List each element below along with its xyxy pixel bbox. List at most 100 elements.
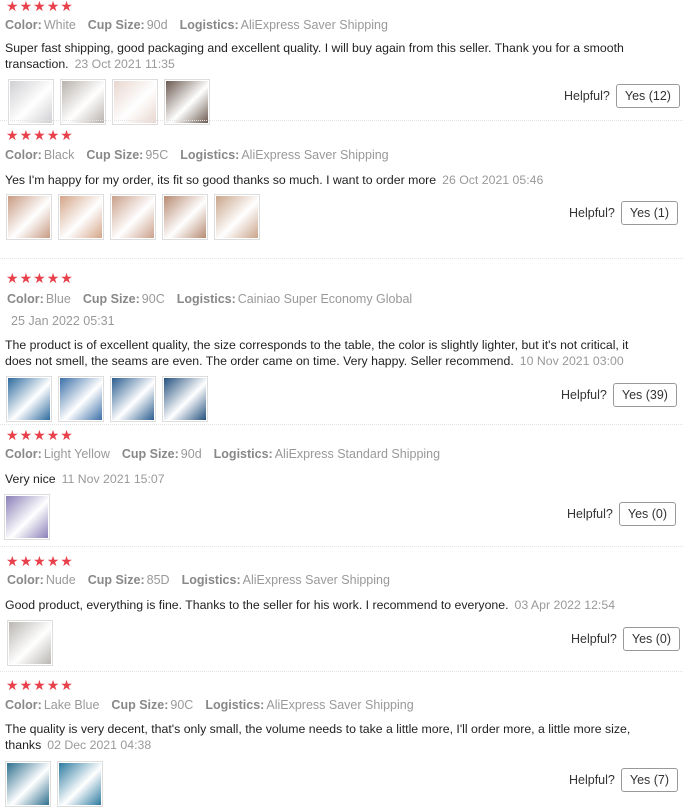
star-icon: ★ [33, 553, 46, 569]
meta-label: Color: [5, 148, 42, 162]
helpful-label: Helpful? [567, 507, 613, 521]
helpful-yes-button[interactable]: Yes (0) [618, 502, 677, 526]
review-text: Super fast shipping, good packaging and … [5, 40, 645, 72]
photo-thumbnails [6, 376, 208, 422]
star-icon: ★ [33, 427, 46, 443]
review-text: The product is of excellent quality, the… [5, 337, 645, 369]
meta-label: Cup Size: [87, 573, 145, 587]
helpful-yes-button[interactable]: Yes (39) [612, 383, 677, 407]
meta-label: Color: [5, 447, 42, 461]
review-photo[interactable] [214, 194, 260, 240]
divider [0, 258, 683, 259]
review-date: 02 Dec 2021 04:38 [47, 738, 152, 752]
divider [0, 546, 683, 547]
review-meta: Color: Light Yellow Cup Size: 90d Logistics:… [5, 447, 440, 461]
rating-stars: ★ ★ ★ ★ ★ [6, 553, 73, 569]
review-date: 23 Oct 2021 11:35 [74, 57, 175, 71]
photo-thumbnails [8, 79, 210, 125]
meta-label: Cup Size: [86, 148, 144, 162]
review-photo[interactable] [162, 194, 208, 240]
star-icon: ★ [33, 677, 46, 693]
helpful-yes-button[interactable]: Yes (7) [620, 768, 679, 792]
review-photo[interactable] [57, 761, 103, 807]
divider [0, 120, 683, 121]
review-photo[interactable] [112, 79, 158, 125]
review-text: The quality is very decent, that's only … [5, 721, 645, 753]
star-icon: ★ [60, 0, 73, 14]
review-photo[interactable] [110, 194, 156, 240]
meta-label: Color: [5, 18, 42, 32]
meta-value: Cainiao Super Economy Global [237, 292, 413, 306]
meta-value: Nude [45, 573, 76, 587]
meta-value: AliExpress Saver Shipping [241, 148, 389, 162]
meta-label: Color: [7, 292, 44, 306]
meta-label: Logistics: [180, 148, 240, 162]
review-photo[interactable] [8, 79, 54, 125]
photo-thumbnails [4, 494, 50, 540]
divider [0, 424, 683, 425]
meta-label: Color: [5, 698, 42, 712]
star-icon: ★ [6, 270, 19, 286]
review-photo[interactable] [58, 194, 104, 240]
meta-value: AliExpress Saver Shipping [240, 18, 388, 32]
review-date: 26 Oct 2021 05:46 [442, 173, 544, 187]
review-text: Good product, everything is fine. Thanks… [5, 597, 645, 613]
meta-value: 90d [146, 18, 168, 32]
helpful-section: Helpful? Yes (1) [569, 201, 679, 225]
star-icon: ★ [46, 0, 60, 14]
star-icon: ★ [6, 0, 19, 14]
helpful-section: Helpful? Yes (0) [567, 502, 677, 526]
meta-value: Black [43, 148, 75, 162]
review-photo[interactable] [162, 376, 208, 422]
star-icon: ★ [19, 270, 33, 286]
helpful-label: Helpful? [569, 773, 615, 787]
review-meta: Color: Nude Cup Size: 85D Logistics: AliExpre… [7, 573, 390, 587]
review-photo[interactable] [4, 494, 50, 540]
review-photo[interactable] [60, 79, 106, 125]
star-icon: ★ [33, 270, 46, 286]
rating-stars: ★ ★ ★ ★ ★ [6, 427, 73, 443]
star-icon: ★ [46, 677, 60, 693]
review-photo[interactable] [7, 620, 53, 666]
helpful-section: Helpful? Yes (7) [569, 768, 679, 792]
star-icon: ★ [60, 677, 73, 693]
review-photo[interactable] [58, 376, 104, 422]
star-icon: ★ [46, 427, 60, 443]
review-body: Very nice [5, 472, 56, 486]
review-photo[interactable] [6, 194, 52, 240]
meta-label: Logistics: [181, 573, 241, 587]
star-icon: ★ [46, 127, 60, 143]
meta-label: Cup Size: [111, 698, 169, 712]
star-icon: ★ [60, 427, 73, 443]
meta-label: Color: [7, 573, 44, 587]
review-meta: Color: Black Cup Size: 95C Logistics: AliExpr… [5, 148, 389, 162]
helpful-yes-button[interactable]: Yes (1) [620, 201, 679, 225]
helpful-section: Helpful? Yes (12) [564, 84, 680, 108]
divider [0, 671, 683, 672]
meta-value: 85D [146, 573, 170, 587]
review-photo[interactable] [6, 376, 52, 422]
review-photo[interactable] [164, 79, 210, 125]
helpful-label: Helpful? [564, 89, 610, 103]
helpful-yes-button[interactable]: Yes (12) [615, 84, 680, 108]
star-icon: ★ [46, 270, 60, 286]
review-body: Yes I'm happy for my order, its fit so g… [5, 173, 437, 187]
star-icon: ★ [46, 553, 60, 569]
meta-label: Logistics: [205, 698, 265, 712]
star-icon: ★ [6, 677, 19, 693]
review-photo[interactable] [110, 376, 156, 422]
meta-label: Cup Size: [87, 18, 145, 32]
meta-value: Blue [45, 292, 71, 306]
helpful-section: Helpful? Yes (39) [561, 383, 677, 407]
star-icon: ★ [6, 127, 19, 143]
review-date: 11 Nov 2021 15:07 [61, 472, 165, 486]
star-icon: ★ [6, 427, 19, 443]
meta-value: 90C [170, 698, 194, 712]
star-icon: ★ [33, 127, 46, 143]
review-photo[interactable] [5, 761, 51, 807]
meta-label: Cup Size: [121, 447, 179, 461]
review-meta: Color: Lake Blue Cup Size: 90C Logistics: Ali… [5, 698, 414, 712]
photo-thumbnails [5, 761, 103, 807]
helpful-yes-button[interactable]: Yes (0) [622, 627, 681, 651]
meta-value: White [43, 18, 76, 32]
